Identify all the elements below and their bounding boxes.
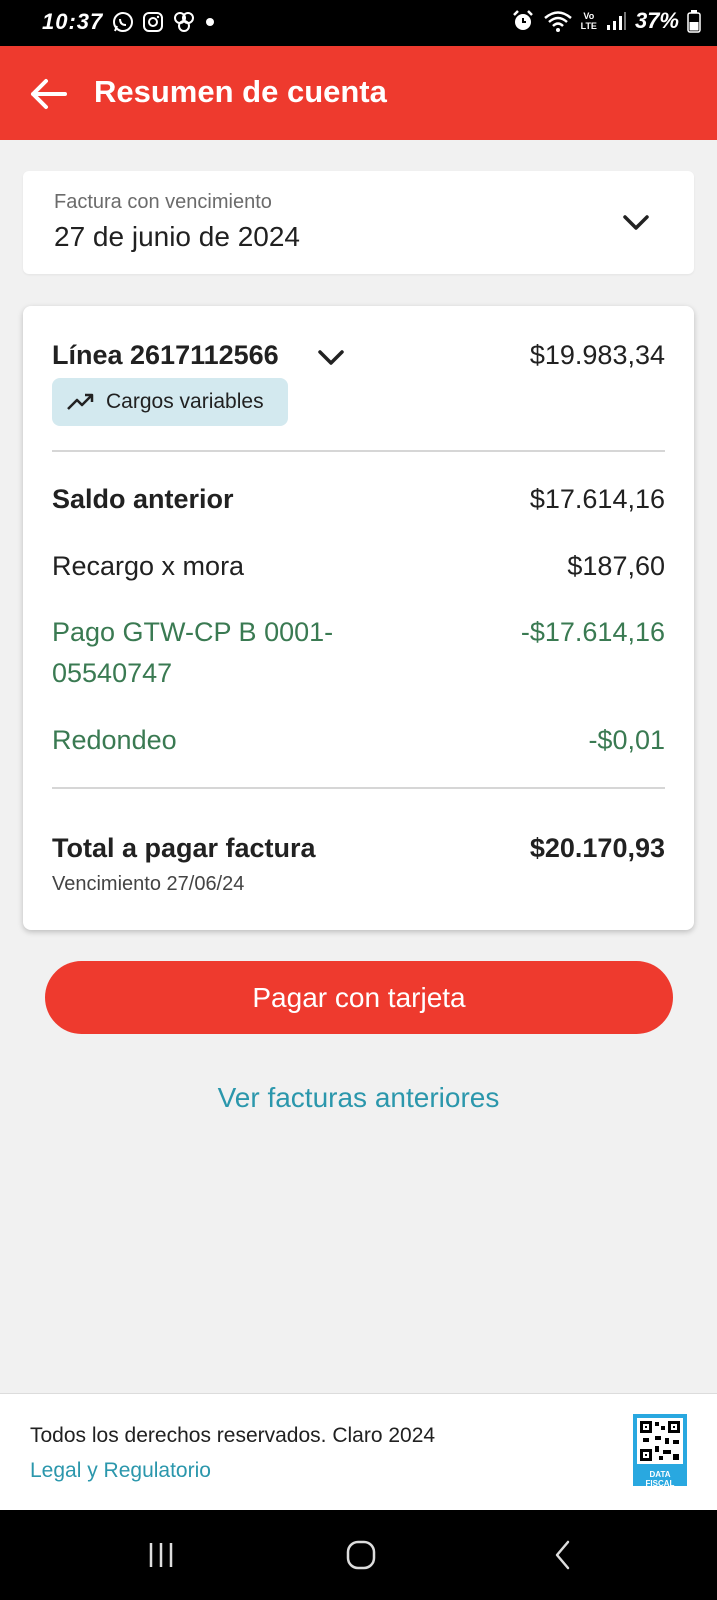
instagram-icon	[143, 12, 163, 32]
previous-balance-label: Saldo anterior	[52, 484, 234, 514]
pinwheel-icon	[174, 12, 194, 32]
invoice-selector-value: 27 de junio de 2024	[54, 221, 300, 252]
battery-percent: 37%	[634, 8, 679, 33]
line-number: Línea 2617112566	[52, 340, 279, 370]
app-bar: Resumen de cuenta	[0, 46, 717, 140]
dot-icon	[206, 18, 214, 26]
line-amount: $19.983,34	[529, 340, 665, 370]
volte-icon: Vo LTE	[580, 11, 597, 31]
total-value: $20.170,93	[529, 833, 665, 863]
data-fiscal-badge[interactable]: DATA FISCAL	[633, 1414, 687, 1488]
late-fee-label: Recargo x mora	[52, 551, 245, 581]
footer: Todos los derechos reservados. Claro 202…	[0, 1393, 717, 1510]
rounding-value: -$0,01	[588, 725, 665, 755]
rounding-label: Redondeo	[52, 725, 177, 755]
battery-icon	[687, 10, 701, 33]
variable-charges-badge: Cargos variables	[52, 378, 288, 426]
late-fee-value: $187,60	[567, 551, 665, 581]
trending-up-icon	[67, 393, 94, 410]
payment-value: -$17.614,16	[520, 617, 665, 647]
badge-label: Cargos variables	[106, 390, 264, 413]
status-time: 10:37	[42, 9, 104, 34]
invoice-date-dropdown[interactable]: Factura con vencimiento 27 de junio de 2…	[23, 171, 694, 274]
copyright-text: Todos los derechos reservados. Claro 202…	[30, 1424, 436, 1447]
signal-icon	[606, 12, 626, 30]
recent-apps-icon	[149, 1543, 173, 1567]
recent-apps-button[interactable]	[139, 1535, 183, 1575]
divider	[52, 787, 665, 789]
arrow-left-icon	[31, 79, 67, 109]
page-title: Resumen de cuenta	[94, 74, 387, 109]
due-date: Vencimiento 27/06/24	[52, 873, 245, 895]
data-fiscal-text: DATA FISCAL	[645, 1470, 675, 1488]
wifi-icon	[543, 11, 572, 32]
total-label: Total a pagar factura	[52, 833, 316, 863]
qr-code-icon	[637, 1418, 683, 1464]
back-nav-icon	[555, 1540, 570, 1570]
home-icon	[346, 1540, 376, 1570]
back-button[interactable]	[26, 72, 70, 116]
payment-label: Pago GTW-CP B 0001- 05540747	[52, 617, 334, 688]
whatsapp-icon	[113, 12, 133, 32]
notification-icons	[112, 11, 216, 33]
system-nav-bar	[0, 1510, 717, 1600]
system-icons: Vo LTE 37%	[511, 8, 701, 34]
pay-with-card-button[interactable]: Pagar con tarjeta	[45, 961, 673, 1034]
previous-invoices-link[interactable]: Ver facturas anteriores	[0, 1082, 717, 1114]
account-summary-card: Línea 2617112566 $19.983,34 Cargos varia…	[23, 306, 694, 930]
legal-link[interactable]: Legal y Regulatorio	[30, 1459, 211, 1483]
status-bar: 10:37 Vo LTE 37%	[0, 0, 717, 46]
invoice-selector-label: Factura con vencimiento	[54, 191, 272, 213]
home-button[interactable]	[339, 1535, 383, 1575]
previous-balance-value: $17.614,16	[529, 484, 665, 514]
divider	[52, 450, 665, 452]
chevron-down-icon	[623, 215, 649, 230]
line-chevron-down-icon[interactable]	[315, 342, 347, 374]
alarm-icon	[512, 10, 533, 30]
back-nav-button[interactable]	[541, 1535, 585, 1575]
